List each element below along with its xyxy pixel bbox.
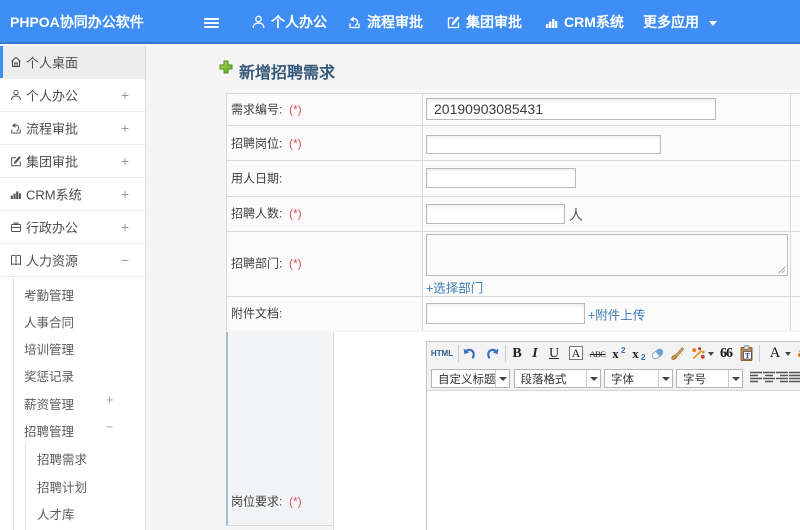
svg-text:T: T — [745, 351, 750, 360]
